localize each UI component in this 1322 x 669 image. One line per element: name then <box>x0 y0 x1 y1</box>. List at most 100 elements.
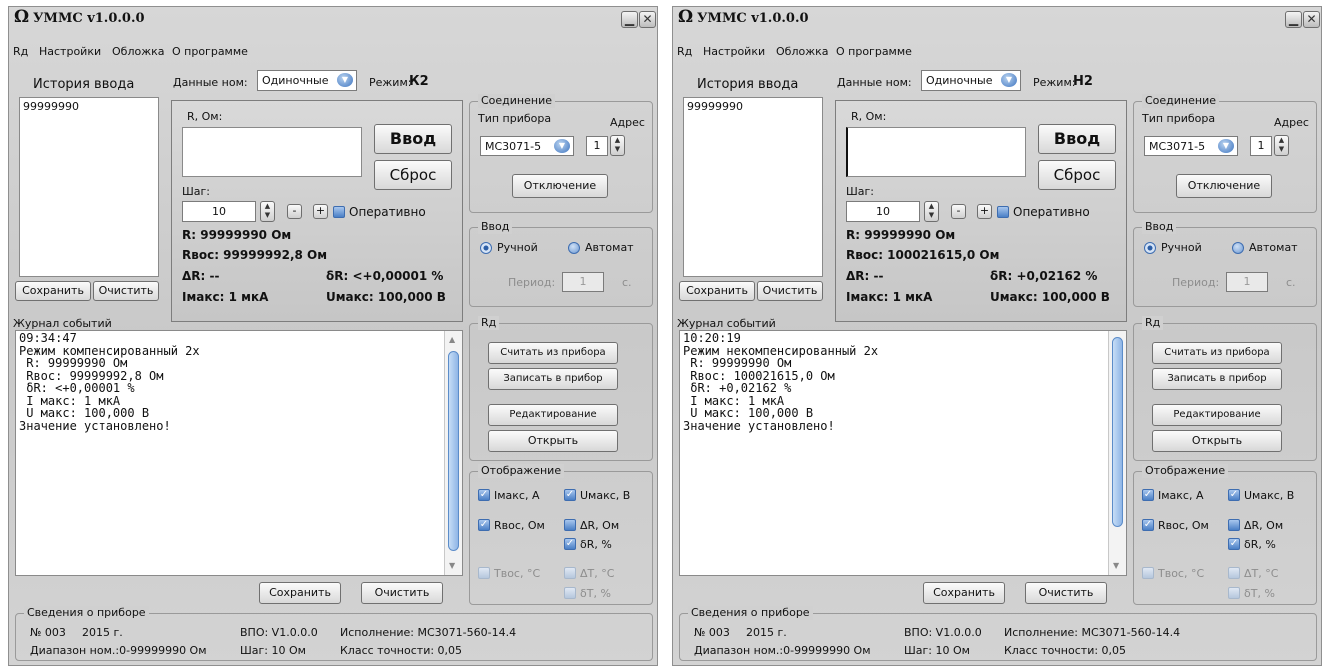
history-item[interactable]: 99999990 <box>684 98 822 115</box>
minimize-button[interactable]: ▁ <box>621 11 638 28</box>
menu-settings[interactable]: Настройки <box>703 45 765 58</box>
enter-button[interactable]: Ввод <box>1038 124 1116 154</box>
auto-radio[interactable] <box>1232 242 1244 254</box>
read-from-device-button[interactable]: Считать из прибора <box>488 342 618 364</box>
connection-group: Соединение Тип прибора Адрес МС3071-5 ▼ … <box>469 94 653 213</box>
dropdown-arrow-icon: ▼ <box>554 139 570 153</box>
log-clear-button[interactable]: Очистить <box>361 582 443 604</box>
dt-abs-checkbox[interactable]: ✓ <box>564 567 576 579</box>
read-from-device-button[interactable]: Считать из прибора <box>1152 342 1282 364</box>
close-button[interactable]: ✕ <box>639 11 656 28</box>
umax-check-label: Uмакс, В <box>580 489 631 502</box>
step-input[interactable]: 10 <box>182 201 256 222</box>
r-input[interactable] <box>182 127 362 177</box>
open-button[interactable]: Открыть <box>488 430 618 452</box>
manual-radio[interactable] <box>480 242 492 254</box>
history-list[interactable]: 99999990 <box>683 97 823 277</box>
step-spinner[interactable]: ▲ ▼ <box>924 201 939 222</box>
log-panel[interactable]: 09:34:47 Режим компенсированный 2х R: 999… <box>15 330 463 576</box>
minimize-button[interactable]: ▁ <box>1285 11 1302 28</box>
dt-abs-checkbox[interactable]: ✓ <box>1228 567 1240 579</box>
address-input[interactable]: 1 <box>586 136 608 156</box>
address-spinner[interactable]: ▲ ▼ <box>1274 135 1289 156</box>
log-clear-button[interactable]: Очистить <box>1025 582 1107 604</box>
write-to-device-button[interactable]: Записать в прибор <box>488 368 618 390</box>
dt-rel-checkbox[interactable]: ✓ <box>564 587 576 599</box>
history-clear-button[interactable]: Очистить <box>757 281 823 301</box>
menu-settings[interactable]: Настройки <box>39 45 101 58</box>
scroll-up-icon[interactable]: ▲ <box>449 335 455 344</box>
dr-rel-checkbox[interactable]: ✓ <box>564 538 576 550</box>
disconnect-button[interactable]: Отключение <box>1176 174 1272 198</box>
log-scrollbar[interactable]: ▲ ▼ <box>444 331 462 575</box>
log-scrollbar[interactable]: ▲ ▼ <box>1108 331 1126 575</box>
history-item[interactable]: 99999990 <box>20 98 158 115</box>
write-to-device-button[interactable]: Записать в прибор <box>1152 368 1282 390</box>
log-save-button[interactable]: Сохранить <box>923 582 1005 604</box>
manual-radio[interactable] <box>1144 242 1156 254</box>
menu-cover[interactable]: Обложка <box>776 45 829 58</box>
operative-checkbox[interactable]: ✓ <box>997 206 1009 218</box>
umax-checkbox[interactable]: ✓ <box>1228 489 1240 501</box>
history-clear-button[interactable]: Очистить <box>93 281 159 301</box>
device-number: № 003 <box>694 626 730 639</box>
address-input[interactable]: 1 <box>1250 136 1272 156</box>
device-step: Шаг: 10 Ом <box>240 644 306 657</box>
menu-about[interactable]: О программе <box>172 45 248 58</box>
history-save-button[interactable]: Сохранить <box>15 281 91 301</box>
scroll-down-icon[interactable]: ▼ <box>1113 561 1119 570</box>
rvos-checkbox[interactable]: ✓ <box>478 519 490 531</box>
reset-button[interactable]: Сброс <box>1038 160 1116 190</box>
history-save-button[interactable]: Сохранить <box>679 281 755 301</box>
dr-rel-checkbox[interactable]: ✓ <box>1228 538 1240 550</box>
input-panel: R, Ом: Ввод Сброс Шаг: 10 ▲▼ - + ✓ Опера… <box>171 100 463 322</box>
menu-rd[interactable]: Rд <box>677 45 692 58</box>
step-spinner[interactable]: ▲ ▼ <box>260 201 275 222</box>
open-button[interactable]: Открыть <box>1152 430 1282 452</box>
device-accuracy: Класс точности: 0,05 <box>340 644 463 657</box>
close-button[interactable]: ✕ <box>1303 11 1320 28</box>
step-increase-button[interactable]: + <box>313 204 328 219</box>
history-list[interactable]: 99999990 <box>19 97 159 277</box>
reset-button[interactable]: Сброс <box>374 160 452 190</box>
umax-checkbox[interactable]: ✓ <box>564 489 576 501</box>
data-nom-select[interactable]: Одиночные ▼ <box>257 70 357 91</box>
r-input[interactable] <box>846 127 1026 177</box>
tvos-checkbox[interactable]: ✓ <box>1142 567 1154 579</box>
imax-checkbox[interactable]: ✓ <box>478 489 490 501</box>
menu-about[interactable]: О программе <box>836 45 912 58</box>
device-type-select[interactable]: МС3071-5 ▼ <box>1144 136 1238 156</box>
imax-checkbox[interactable]: ✓ <box>1142 489 1154 501</box>
mode-label: Режим: <box>369 76 412 89</box>
edit-button[interactable]: Редактирование <box>1152 404 1282 426</box>
device-type-select[interactable]: МС3071-5 ▼ <box>480 136 574 156</box>
step-increase-button[interactable]: + <box>977 204 992 219</box>
title-bar: Ω УММС v1.0.0.0 ▁ ✕ <box>673 7 1321 31</box>
dr-abs-checkbox[interactable]: ✓ <box>1228 519 1240 531</box>
menu-cover[interactable]: Обложка <box>112 45 165 58</box>
scroll-thumb[interactable] <box>448 351 459 551</box>
dr-abs-checkbox[interactable]: ✓ <box>564 519 576 531</box>
period-input[interactable]: 1 <box>562 272 604 292</box>
scroll-down-icon[interactable]: ▼ <box>449 561 455 570</box>
edit-button[interactable]: Редактирование <box>488 404 618 426</box>
log-line: U макс: 100,000 В <box>683 406 814 420</box>
step-decrease-button[interactable]: - <box>951 204 966 219</box>
log-panel[interactable]: 10:20:19 Режим некомпенсированный 2х R: 9… <box>679 330 1127 576</box>
device-type-label: Тип прибора <box>1142 112 1216 125</box>
operative-checkbox[interactable]: ✓ <box>333 206 345 218</box>
data-nom-select[interactable]: Одиночные ▼ <box>921 70 1021 91</box>
rvos-checkbox[interactable]: ✓ <box>1142 519 1154 531</box>
dt-rel-checkbox[interactable]: ✓ <box>1228 587 1240 599</box>
auto-radio[interactable] <box>568 242 580 254</box>
enter-button[interactable]: Ввод <box>374 124 452 154</box>
address-spinner[interactable]: ▲ ▼ <box>610 135 625 156</box>
menu-rd[interactable]: Rд <box>13 45 28 58</box>
step-decrease-button[interactable]: - <box>287 204 302 219</box>
log-save-button[interactable]: Сохранить <box>259 582 341 604</box>
step-input[interactable]: 10 <box>846 201 920 222</box>
tvos-checkbox[interactable]: ✓ <box>478 567 490 579</box>
period-input[interactable]: 1 <box>1226 272 1268 292</box>
scroll-thumb[interactable] <box>1112 337 1123 527</box>
disconnect-button[interactable]: Отключение <box>512 174 608 198</box>
